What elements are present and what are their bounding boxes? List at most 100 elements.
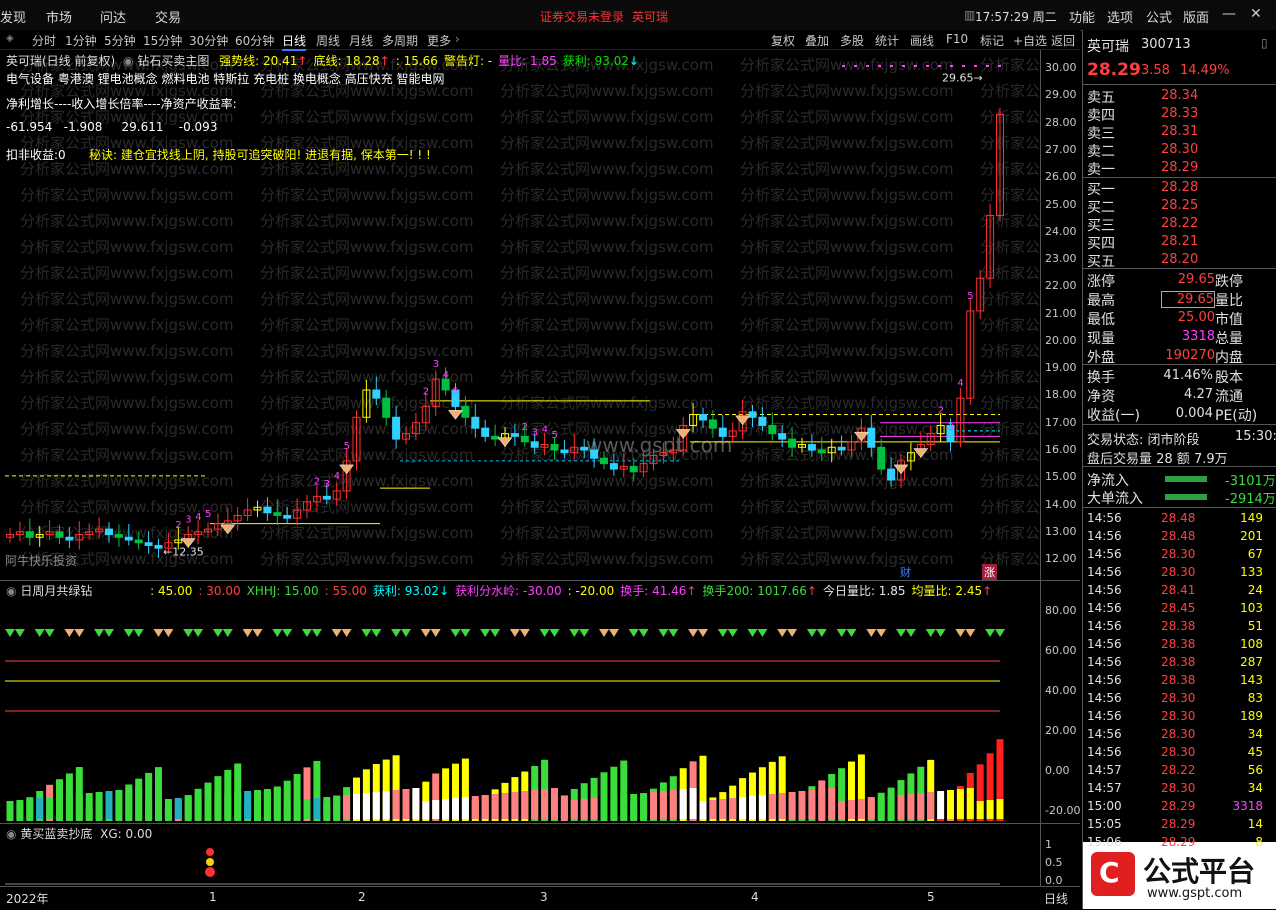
tool-statistics[interactable]: 统计 [875, 32, 899, 49]
signal-dot [866, 65, 869, 67]
tool-multi-stock[interactable]: 多股 [840, 32, 864, 49]
menu-layout[interactable]: 版面 [1183, 7, 1209, 26]
sub2-toggle-icon[interactable]: ◉ [6, 827, 16, 841]
bid-price: 28.20 [1161, 252, 1199, 267]
sub-indicator-panel-1[interactable]: ◉ 日周月共绿钻 : 45.00: 30.00 XHHJ: 15.00: 55.0… [0, 581, 1040, 823]
finance-badge[interactable]: 财 [900, 564, 911, 580]
minimize-icon[interactable]: — [1222, 6, 1236, 22]
tool-overlay[interactable]: 叠加 [805, 32, 829, 49]
chart-icon[interactable]: ▥ [964, 8, 975, 22]
tool-draw-line[interactable]: 画线 [910, 32, 934, 49]
menu-discover[interactable]: 发现 [0, 7, 26, 26]
period-15min[interactable]: 15分钟 [143, 32, 182, 49]
signal-dot [962, 65, 965, 67]
period-more[interactable]: 更多 [427, 32, 451, 49]
price-tick: 18.00 [1045, 388, 1077, 402]
watermark-text: 分析家公式网www.fxjgsw.com [980, 82, 1040, 100]
watermark-text: 分析家公式网www.fxjgsw.com [980, 160, 1040, 178]
indicator-name[interactable]: 钻石买卖主图 [137, 54, 209, 68]
close-icon[interactable]: ✕ [1250, 6, 1262, 22]
flow-bar [343, 795, 351, 819]
sub1-canvas[interactable] [0, 581, 1040, 823]
watermark-text: 分析家公式网www.fxjgsw.com [500, 368, 714, 386]
menu-bar: 发现 市场 问达 交易 证券交易未登录 英可瑞 ▥ 17:57:29 周二 功能… [0, 0, 1276, 31]
main-kline-chart[interactable]: 分析家公式网www.fxjgsw.com 分析家公式网www.fxjgsw.com… [0, 50, 1040, 580]
flow-bar [125, 789, 133, 819]
flow-bar [56, 796, 63, 819]
flow-bar [6, 801, 14, 819]
period-30min[interactable]: 30分钟 [189, 32, 228, 49]
flow-bar [907, 794, 915, 819]
menu-market[interactable]: 市场 [46, 7, 72, 26]
flow-bar [679, 789, 687, 819]
tool-mark[interactable]: 标记 [980, 32, 1004, 49]
period-settings-icon[interactable]: ◈ [6, 33, 14, 44]
candle-body [600, 457, 608, 465]
limit-up-badge[interactable]: 涨 [982, 564, 997, 580]
sub1-axis: 80.00 60.00 40.00 20.00 0.00 -20.00 [1040, 581, 1081, 823]
green-diamond [539, 629, 550, 637]
menu-formula[interactable]: 公式 [1146, 7, 1172, 26]
period-5min[interactable]: 5分钟 [104, 32, 136, 49]
tick-volume: 133 [1240, 565, 1263, 579]
menu-options[interactable]: 选项 [1107, 7, 1133, 26]
sub2-title[interactable]: 黄买蓝卖抄底 [20, 827, 92, 841]
tool-f10[interactable]: F10 [946, 32, 968, 46]
sub1-toggle-icon[interactable]: ◉ [6, 584, 16, 598]
sub1-title[interactable]: 日周月共绿钻 [20, 584, 92, 598]
quote-change-pct: 14.49% [1180, 63, 1230, 78]
menu-wenda[interactable]: 问达 [100, 7, 126, 26]
green-diamond [133, 629, 144, 637]
sub1-tick: 80.00 [1045, 604, 1077, 617]
watermark-text: 分析家公式网www.fxjgsw.com [500, 550, 714, 568]
trade-login-status[interactable]: 证券交易未登录 [540, 8, 624, 25]
x-axis-period[interactable]: 日线 [1044, 890, 1068, 907]
flow-bar [887, 796, 895, 819]
flow-bar [362, 793, 370, 819]
period-fenshi[interactable]: 分时 [32, 32, 56, 49]
quote-expand-icon[interactable]: ▯ [1261, 36, 1268, 50]
stat-value: 4.27 [1184, 387, 1213, 402]
flow-bar [263, 789, 271, 819]
sub1-value: 获利分水岭: -30.00 [455, 584, 562, 598]
tick-time: 15:06 [1087, 835, 1122, 849]
green-diamond [668, 629, 679, 637]
green-diamond [311, 629, 322, 637]
watermark-text: 分析家公式网www.fxjgsw.com [980, 446, 1040, 464]
stock-title: 英可瑞(日线 前复权) [6, 54, 116, 68]
period-multi[interactable]: 多周期 [382, 32, 418, 49]
watermark-text: 分析家公式网www.fxjgsw.com [20, 472, 234, 490]
flow-bar [224, 793, 232, 819]
tool-back[interactable]: 返回 [1051, 32, 1075, 49]
flow-bar [204, 795, 212, 819]
period-daily[interactable]: 日线 [282, 32, 307, 51]
signal-dot [914, 65, 917, 67]
period-1min[interactable]: 1分钟 [65, 32, 97, 49]
period-weekly[interactable]: 周线 [316, 32, 340, 49]
menu-function[interactable]: 功能 [1069, 7, 1095, 26]
flow-bar [461, 797, 469, 819]
tool-fuquan[interactable]: 复权 [771, 32, 795, 49]
sub-indicator-panel-2[interactable]: ◉ 黄买蓝卖抄底 XG: 0.00 [0, 824, 1040, 886]
green-diamond [391, 629, 402, 637]
tool-add-watchlist[interactable]: +自选 [1013, 32, 1047, 49]
flow-bar [145, 801, 153, 819]
green-diamond [846, 629, 857, 637]
flow-bar [521, 791, 529, 819]
menu-trade[interactable]: 交易 [155, 7, 181, 26]
more-chevron-icon[interactable]: › [455, 32, 460, 46]
watermark-text: 分析家公式网www.fxjgsw.com [980, 186, 1040, 204]
stat-label: 量比 [1215, 293, 1243, 309]
candle-body [560, 449, 569, 454]
sequence-label: 3 [433, 359, 439, 370]
arrow-up-icon: ↑ [982, 584, 993, 598]
green-diamond [925, 629, 936, 637]
period-60min[interactable]: 60分钟 [235, 32, 274, 49]
candle-body [263, 506, 272, 514]
indicator-toggle-icon[interactable]: ◉ [123, 54, 133, 68]
tick-time: 15:00 [1087, 799, 1122, 813]
sub2-canvas[interactable] [0, 824, 1040, 886]
period-monthly[interactable]: 月线 [349, 32, 373, 49]
flow-bar [313, 798, 321, 819]
watermark-text: 分析家公式网www.fxjgsw.com [980, 290, 1040, 308]
